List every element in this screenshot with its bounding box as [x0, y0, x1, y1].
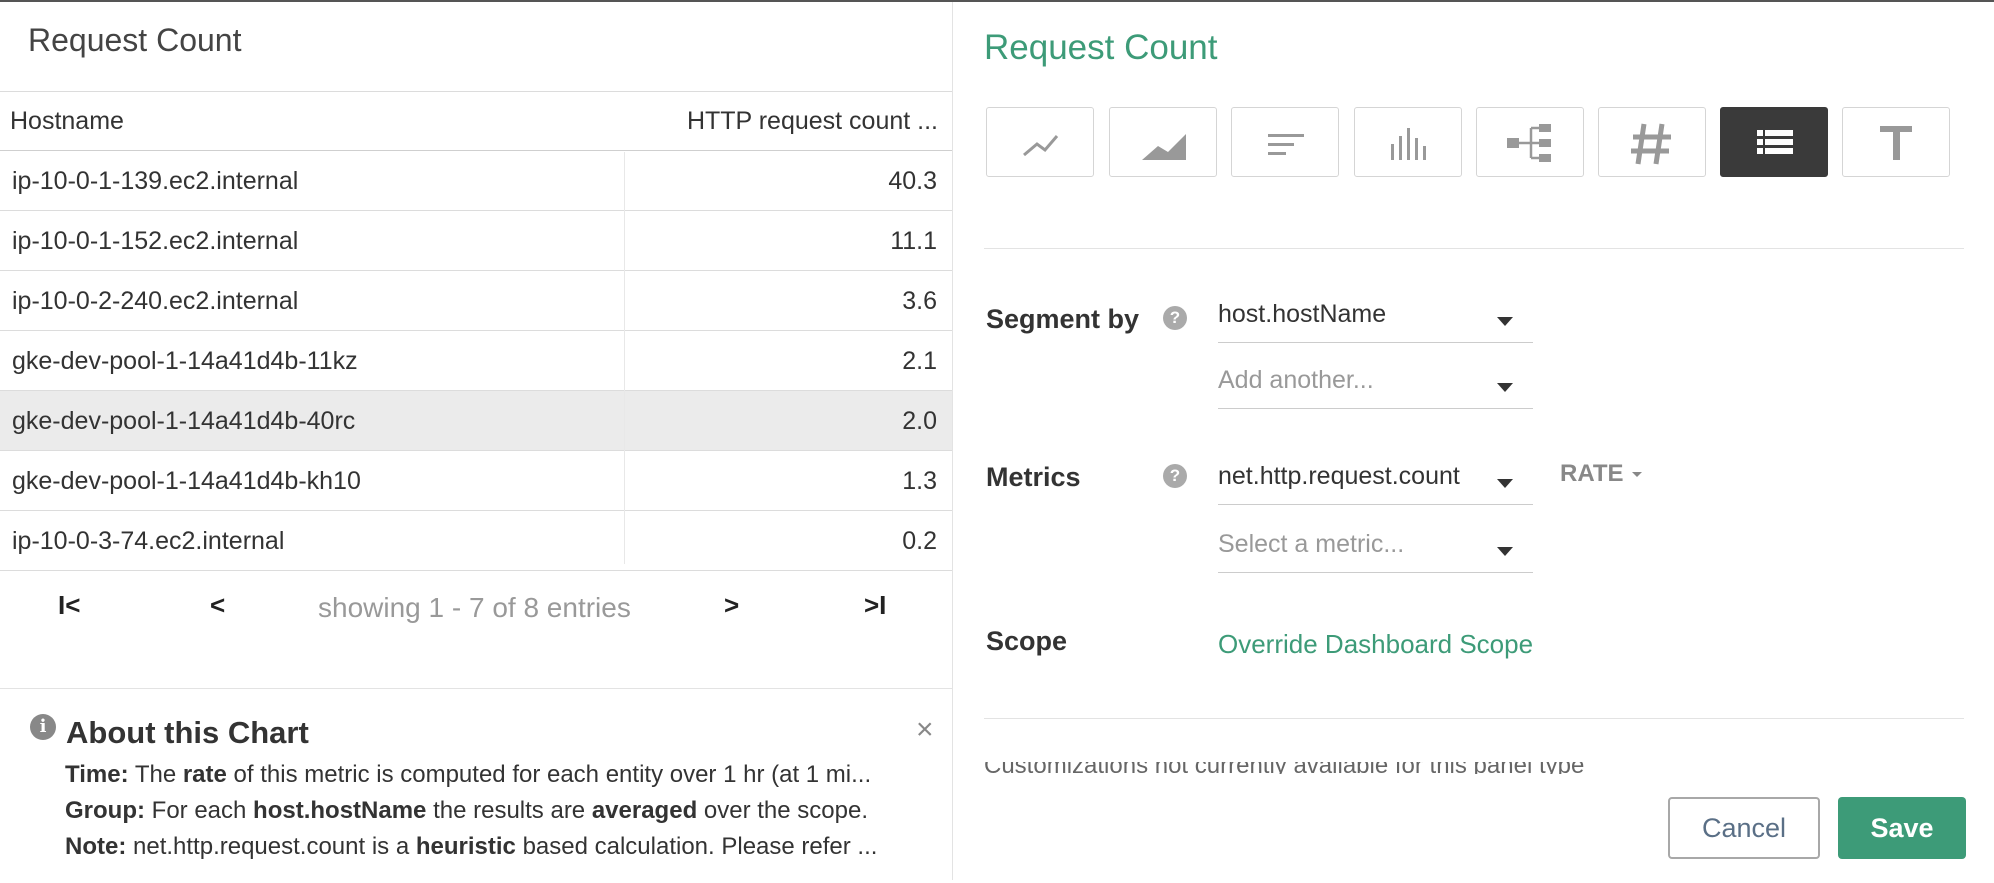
- override-scope-link[interactable]: Override Dashboard Scope: [1218, 629, 1533, 660]
- add-segment-dropdown[interactable]: Add another...: [1218, 366, 1533, 409]
- pagination-info: showing 1 - 7 of 8 entries: [318, 592, 631, 623]
- help-icon[interactable]: ?: [1163, 464, 1187, 488]
- table-row[interactable]: gke-dev-pool-1-14a41d4b-11kz 2.1: [0, 331, 952, 391]
- panel-title: Request Count: [28, 22, 242, 58]
- metric-value: net.http.request.count: [1218, 462, 1460, 490]
- value-cell: 2.0: [902, 407, 937, 435]
- hostname-cell: ip-10-0-1-139.ec2.internal: [12, 167, 299, 195]
- info-icon: i: [30, 714, 56, 740]
- help-icon[interactable]: ?: [1163, 306, 1187, 330]
- scope-label: Scope: [986, 626, 1068, 656]
- about-note-line: Note: net.http.request.count is a heuris…: [65, 833, 878, 860]
- chevron-down-icon: [1497, 547, 1513, 556]
- value-cell: 2.1: [902, 347, 937, 375]
- column-header-hostname[interactable]: Hostname: [10, 107, 124, 136]
- number-icon: [1631, 123, 1671, 165]
- divider: [984, 248, 1964, 249]
- add-segment-placeholder: Add another...: [1218, 366, 1374, 394]
- viz-topology-button[interactable]: [1476, 107, 1584, 177]
- about-time-line: Time: The rate of this metric is compute…: [65, 761, 872, 788]
- next-page-button[interactable]: >: [724, 590, 739, 621]
- bar-chart-icon: [1268, 134, 1304, 155]
- viz-text-button[interactable]: [1842, 107, 1950, 177]
- table-row[interactable]: ip-10-0-2-240.ec2.internal 3.6: [0, 271, 952, 331]
- topology-icon: [1507, 124, 1551, 162]
- first-page-button[interactable]: I<: [58, 590, 80, 621]
- divider: [984, 718, 1964, 719]
- table-row[interactable]: ip-10-0-3-74.ec2.internal 0.2: [0, 511, 952, 571]
- table-row[interactable]: ip-10-0-1-139.ec2.internal 40.3: [0, 151, 952, 211]
- chart-preview-panel: Request Count Hostname HTTP request coun…: [0, 2, 952, 880]
- aggregation-dropdown[interactable]: RATE: [1560, 460, 1642, 488]
- line-chart-icon: [1023, 135, 1059, 157]
- cut-off-message: Customizations not currently available f…: [984, 762, 1584, 774]
- column-header-request-count[interactable]: HTTP request count ...: [687, 107, 938, 136]
- value-cell: 3.6: [902, 287, 937, 315]
- hostname-cell: gke-dev-pool-1-14a41d4b-11kz: [12, 347, 358, 375]
- chevron-down-icon: [1497, 383, 1513, 392]
- close-icon[interactable]: ×: [916, 713, 934, 747]
- segment-by-value: host.hostName: [1218, 300, 1387, 328]
- add-metric-placeholder: Select a metric...: [1218, 530, 1405, 558]
- cancel-button[interactable]: Cancel: [1668, 797, 1820, 859]
- viz-bar-button[interactable]: [1231, 107, 1339, 177]
- column-separator: [624, 152, 625, 564]
- aggregation-value: RATE: [1560, 460, 1624, 487]
- chevron-down-icon: [1497, 479, 1513, 488]
- viz-line-button[interactable]: [986, 107, 1094, 177]
- segment-by-dropdown[interactable]: host.hostName: [1218, 300, 1533, 343]
- chevron-down-icon: [1497, 317, 1513, 326]
- value-cell: 11.1: [890, 227, 937, 255]
- value-cell: 40.3: [888, 167, 937, 195]
- chevron-down-icon: [1631, 472, 1642, 478]
- save-button[interactable]: Save: [1838, 797, 1966, 859]
- hostname-cell: ip-10-0-3-74.ec2.internal: [12, 527, 285, 555]
- about-group-line: Group: For each host.hostName the result…: [65, 797, 869, 824]
- viz-area-button[interactable]: [1109, 107, 1217, 177]
- area-chart-icon: [1142, 134, 1186, 160]
- metric-dropdown[interactable]: net.http.request.count: [1218, 462, 1533, 505]
- hostname-cell: ip-10-0-1-152.ec2.internal: [12, 227, 299, 255]
- hostname-cell: gke-dev-pool-1-14a41d4b-40rc: [12, 407, 356, 435]
- hostname-cell: ip-10-0-2-240.ec2.internal: [12, 287, 299, 315]
- table-row[interactable]: gke-dev-pool-1-14a41d4b-kh10 1.3: [0, 451, 952, 511]
- hostname-cell: gke-dev-pool-1-14a41d4b-kh10: [12, 467, 361, 495]
- panel-editor: Request Count Segment by ? host.hostName…: [953, 2, 1994, 880]
- table-row[interactable]: ip-10-0-1-152.ec2.internal 11.1: [0, 211, 952, 271]
- about-title: About this Chart: [66, 715, 309, 750]
- value-cell: 0.2: [902, 527, 937, 555]
- value-cell: 1.3: [902, 467, 937, 495]
- editor-title: Request Count: [984, 28, 1218, 67]
- table-icon: [1757, 130, 1793, 154]
- about-chart-panel: i About this Chart × Time: The rate of t…: [0, 688, 952, 883]
- prev-page-button[interactable]: <: [210, 590, 225, 621]
- text-icon: [1880, 126, 1912, 160]
- segment-by-label: Segment by: [986, 304, 1140, 334]
- viz-histogram-button[interactable]: [1354, 107, 1462, 177]
- viz-number-button[interactable]: [1598, 107, 1706, 177]
- table-row-highlighted[interactable]: gke-dev-pool-1-14a41d4b-40rc 2.0: [0, 391, 952, 451]
- add-metric-dropdown[interactable]: Select a metric...: [1218, 530, 1533, 573]
- histogram-icon: [1391, 128, 1426, 160]
- divider: [0, 91, 952, 92]
- viz-table-button[interactable]: [1720, 107, 1828, 177]
- metrics-label: Metrics: [986, 462, 1081, 492]
- last-page-button[interactable]: >I: [864, 590, 886, 621]
